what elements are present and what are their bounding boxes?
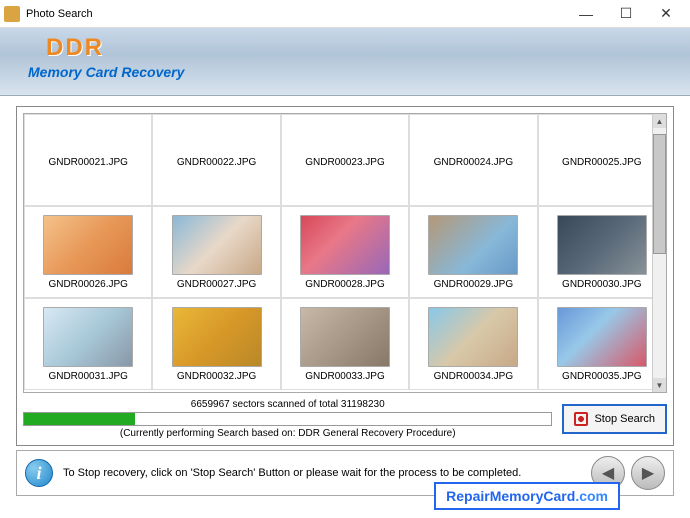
file-name-label: GNDR00029.JPG — [434, 279, 513, 290]
thumbnail-image — [43, 215, 133, 275]
file-name-label: GNDR00030.JPG — [562, 279, 641, 290]
scroll-down-arrow[interactable]: ▼ — [653, 378, 666, 392]
thumbnail-image — [300, 307, 390, 367]
window-title: Photo Search — [26, 8, 566, 20]
app-icon — [4, 6, 20, 22]
thumbnail-cell[interactable]: GNDR00029.JPG — [409, 206, 537, 298]
thumbnail-cell[interactable]: GNDR00032.JPG — [152, 298, 280, 390]
sectors-status: 6659967 sectors scanned of total 3119823… — [191, 399, 385, 410]
thumbnail-image — [43, 307, 133, 367]
file-name-label: GNDR00026.JPG — [48, 279, 127, 290]
thumbnail-cell[interactable]: GNDR00026.JPG — [24, 206, 152, 298]
thumbnail-image — [557, 215, 647, 275]
app-subtitle: Memory Card Recovery — [28, 64, 674, 80]
file-name-label: GNDR00028.JPG — [305, 279, 384, 290]
file-name-label: GNDR00027.JPG — [177, 279, 256, 290]
thumbnail-cell[interactable]: GNDR00024.JPG — [409, 114, 537, 206]
thumbnail-cell[interactable]: GNDR00033.JPG — [281, 298, 409, 390]
thumbnail-cell[interactable]: GNDR00027.JPG — [152, 206, 280, 298]
progress-bar-fill — [24, 413, 135, 425]
thumbnail-cell[interactable]: GNDR00030.JPG — [538, 206, 666, 298]
titlebar: Photo Search — ☐ ✕ — [0, 0, 690, 28]
file-name-label: GNDR00035.JPG — [562, 371, 641, 382]
forward-button[interactable]: ▶ — [631, 456, 665, 490]
file-name-label: GNDR00025.JPG — [562, 157, 641, 168]
close-button[interactable]: ✕ — [646, 2, 686, 26]
scroll-up-arrow[interactable]: ▲ — [653, 114, 666, 128]
scroll-thumb[interactable] — [653, 134, 666, 254]
file-name-label: GNDR00033.JPG — [305, 371, 384, 382]
thumbnail-cell[interactable]: GNDR00028.JPG — [281, 206, 409, 298]
thumbnail-cell[interactable]: GNDR00025.JPG — [538, 114, 666, 206]
file-name-label: GNDR00022.JPG — [177, 157, 256, 168]
thumbnail-image — [557, 307, 647, 367]
procedure-status: (Currently performing Search based on: D… — [120, 428, 456, 439]
file-name-label: GNDR00023.JPG — [305, 157, 384, 168]
thumbnail-image — [428, 307, 518, 367]
brand-logo: DDR — [46, 34, 674, 62]
header-panel: DDR Memory Card Recovery — [0, 28, 690, 96]
thumbnail-image — [428, 215, 518, 275]
watermark-tld: .com — [575, 488, 608, 504]
thumbnail-image — [172, 215, 262, 275]
file-name-label: GNDR00032.JPG — [177, 371, 256, 382]
minimize-button[interactable]: — — [566, 2, 606, 26]
watermark-badge: RepairMemoryCard.com — [434, 482, 620, 510]
file-name-label: GNDR00021.JPG — [48, 157, 127, 168]
maximize-button[interactable]: ☐ — [606, 2, 646, 26]
info-icon: i — [25, 459, 53, 487]
footer-hint: To Stop recovery, click on 'Stop Search'… — [63, 467, 585, 479]
scrollbar[interactable]: ▲ ▼ — [652, 114, 666, 392]
thumbnail-cell[interactable]: GNDR00035.JPG — [538, 298, 666, 390]
file-name-label: GNDR00031.JPG — [48, 371, 127, 382]
thumbnail-cell[interactable]: GNDR00021.JPG — [24, 114, 152, 206]
thumbnail-grid: GNDR00021.JPG GNDR00022.JPG GNDR00023.JPG G… — [23, 113, 667, 393]
stop-search-label: Stop Search — [594, 413, 655, 425]
stop-search-button[interactable]: Stop Search — [562, 404, 667, 434]
content-panel: GNDR00021.JPG GNDR00022.JPG GNDR00023.JPG G… — [16, 106, 674, 446]
thumbnail-image — [172, 307, 262, 367]
file-name-label: GNDR00024.JPG — [434, 157, 513, 168]
thumbnail-image — [300, 215, 390, 275]
stop-icon — [574, 412, 588, 426]
thumbnail-cell[interactable]: GNDR00022.JPG — [152, 114, 280, 206]
progress-row: 6659967 sectors scanned of total 3119823… — [23, 399, 667, 439]
thumbnail-cell[interactable]: GNDR00023.JPG — [281, 114, 409, 206]
file-name-label: GNDR00034.JPG — [434, 371, 513, 382]
progress-bar — [23, 412, 552, 426]
thumbnail-cell[interactable]: GNDR00031.JPG — [24, 298, 152, 390]
thumbnail-cell[interactable]: GNDR00034.JPG — [409, 298, 537, 390]
watermark-name: RepairMemoryCard — [446, 488, 575, 504]
